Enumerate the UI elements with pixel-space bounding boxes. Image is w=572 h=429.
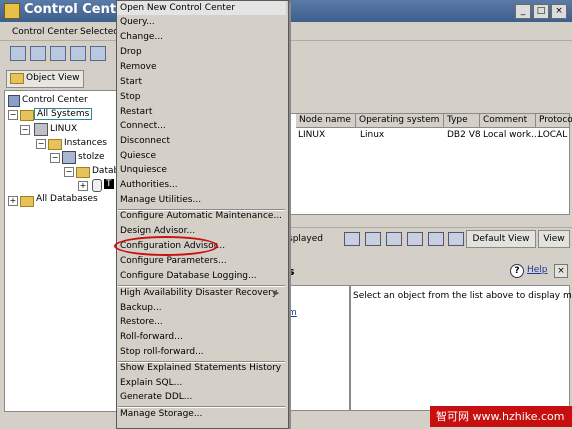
table-cell[interactable]: Local work... — [483, 130, 540, 140]
displayed-label: splayed — [288, 234, 323, 244]
view-button[interactable]: View — [538, 230, 570, 248]
table-cell[interactable]: LOCAL — [538, 130, 567, 140]
tree-control-center[interactable]: Control Center — [22, 95, 88, 105]
tree-instances[interactable]: Instances — [64, 138, 107, 148]
menu-item-disconnect[interactable]: Disconnect — [120, 136, 170, 146]
menu-item-connect[interactable]: Connect... — [120, 121, 166, 131]
details-right-pane — [350, 285, 570, 411]
folder-icon — [76, 167, 90, 178]
expander-icon[interactable]: + — [8, 196, 18, 206]
table-cell[interactable]: Linux — [360, 130, 384, 140]
find-icon[interactable] — [386, 232, 402, 246]
folder-icon — [48, 139, 62, 150]
expander-icon[interactable]: − — [8, 110, 18, 120]
menu-item-restart[interactable]: Restart — [120, 107, 152, 117]
menu-item-configure-database-logging[interactable]: Configure Database Logging... — [120, 271, 257, 281]
menu-separator — [118, 209, 285, 211]
menu-item-authorities[interactable]: Authorities... — [120, 180, 178, 190]
menu-item-configure-parameters[interactable]: Configure Parameters... — [120, 256, 227, 266]
column-header[interactable]: Protoco — [536, 114, 572, 128]
highlight-circle — [114, 236, 218, 256]
toolbar-icon-1[interactable] — [10, 46, 26, 61]
menu-item-quiesce[interactable]: Quiesce — [120, 151, 156, 161]
app-icon — [4, 3, 20, 19]
customize-icon[interactable] — [448, 232, 464, 246]
tree-all-databases[interactable]: All Databases — [36, 194, 98, 204]
tree-linux[interactable]: LINUX — [50, 124, 77, 134]
table-cell[interactable]: LINUX — [298, 130, 325, 140]
expander-icon[interactable]: − — [64, 167, 74, 177]
folder-icon — [10, 73, 24, 84]
toolbar-icon-4[interactable] — [70, 46, 86, 61]
system-icon — [34, 123, 48, 136]
table-cell[interactable]: DB2 V8 — [447, 130, 481, 140]
maximize-button[interactable]: □ — [533, 4, 549, 19]
contents-grid — [288, 113, 570, 215]
details-link[interactable]: m — [288, 308, 297, 318]
menu-item-design-advisor[interactable]: Design Advisor... — [120, 226, 195, 236]
expander-icon[interactable]: − — [36, 139, 46, 149]
menu-separator — [118, 406, 285, 408]
tree-stolze[interactable]: stolze — [78, 152, 105, 162]
toolbar-icon-2[interactable] — [30, 46, 46, 61]
details-message: Select an object from the list above to … — [353, 291, 572, 301]
toolbar-icon-3[interactable] — [50, 46, 66, 61]
menu-item-open-new-control-center[interactable]: Open New Control Center — [120, 3, 235, 13]
expander-icon[interactable]: + — [78, 181, 88, 191]
menu-item-show-explained-statements-history[interactable]: Show Explained Statements History — [120, 363, 281, 373]
menu-item-manage-utilities[interactable]: Manage Utilities... — [120, 195, 201, 205]
menu-selected[interactable]: Selected — [80, 27, 119, 37]
help-icon[interactable]: ? — [510, 264, 524, 278]
folder-icon — [20, 196, 34, 207]
menu-item-remove[interactable]: Remove — [120, 62, 157, 72]
tree-all-systems[interactable]: All Systems — [34, 108, 93, 120]
filter-icon[interactable] — [365, 232, 381, 246]
instance-icon — [62, 151, 76, 164]
menu-item-backup[interactable]: Backup... — [120, 303, 162, 313]
menu-item-start[interactable]: Start — [120, 77, 142, 87]
details-header — [288, 262, 568, 280]
menu-item-stop-roll-forward[interactable]: Stop roll-forward... — [120, 347, 204, 357]
menu-item-change[interactable]: Change... — [120, 32, 163, 42]
select-all-icon[interactable] — [407, 232, 423, 246]
close-button[interactable]: × — [551, 4, 567, 19]
menu-item-generate-ddl[interactable]: Generate DDL... — [120, 392, 192, 402]
expander-icon[interactable]: − — [50, 153, 60, 163]
watermark: 智可网 www.hzhike.com — [430, 406, 572, 427]
expander-icon[interactable]: − — [20, 125, 30, 135]
menu-control-center[interactable]: Control Center — [12, 27, 78, 37]
menu-item-drop[interactable]: Drop — [120, 47, 142, 57]
menu-item-query[interactable]: Query... — [120, 17, 155, 27]
menu-item-unquiesce[interactable]: Unquiesce — [120, 165, 167, 175]
menu-separator — [118, 361, 285, 363]
menu-separator — [118, 285, 285, 287]
menu-item-restore[interactable]: Restore... — [120, 317, 163, 327]
close-icon[interactable]: × — [554, 264, 568, 278]
menu-item-high-availability-disaster-recovery[interactable]: High Availability Disaster Recovery — [120, 288, 277, 298]
sort-icon[interactable] — [344, 232, 360, 246]
folder-icon — [20, 110, 34, 121]
details-left-pane — [288, 285, 350, 411]
object-view-label: Object View — [26, 73, 80, 83]
column-header[interactable]: Operating system — [356, 114, 444, 128]
menu-item-roll-forward[interactable]: Roll-forward... — [120, 332, 183, 342]
column-header[interactable]: Type — [444, 114, 480, 128]
menu-item-manage-storage[interactable]: Manage Storage... — [120, 409, 202, 419]
menu-item-explain-sql[interactable]: Explain SQL... — [120, 378, 182, 388]
menu-item-configure-automatic-maintenance[interactable]: Configure Automatic Maintenance... — [120, 211, 282, 221]
default-view-select[interactable]: Default View — [466, 230, 536, 248]
help-link[interactable]: Help — [527, 265, 548, 275]
database-icon — [92, 179, 102, 192]
column-header[interactable]: Comment — [480, 114, 536, 128]
menu-item-stop[interactable]: Stop — [120, 92, 140, 102]
column-header[interactable]: Node name — [296, 114, 356, 128]
minimize-button[interactable]: _ — [515, 4, 531, 19]
tree-selected-database[interactable]: T — [104, 179, 114, 189]
deselect-icon[interactable] — [428, 232, 444, 246]
toolbar-icon-5[interactable] — [90, 46, 106, 61]
submenu-arrow-icon: ▶ — [274, 289, 280, 297]
control-center-icon — [8, 95, 20, 107]
